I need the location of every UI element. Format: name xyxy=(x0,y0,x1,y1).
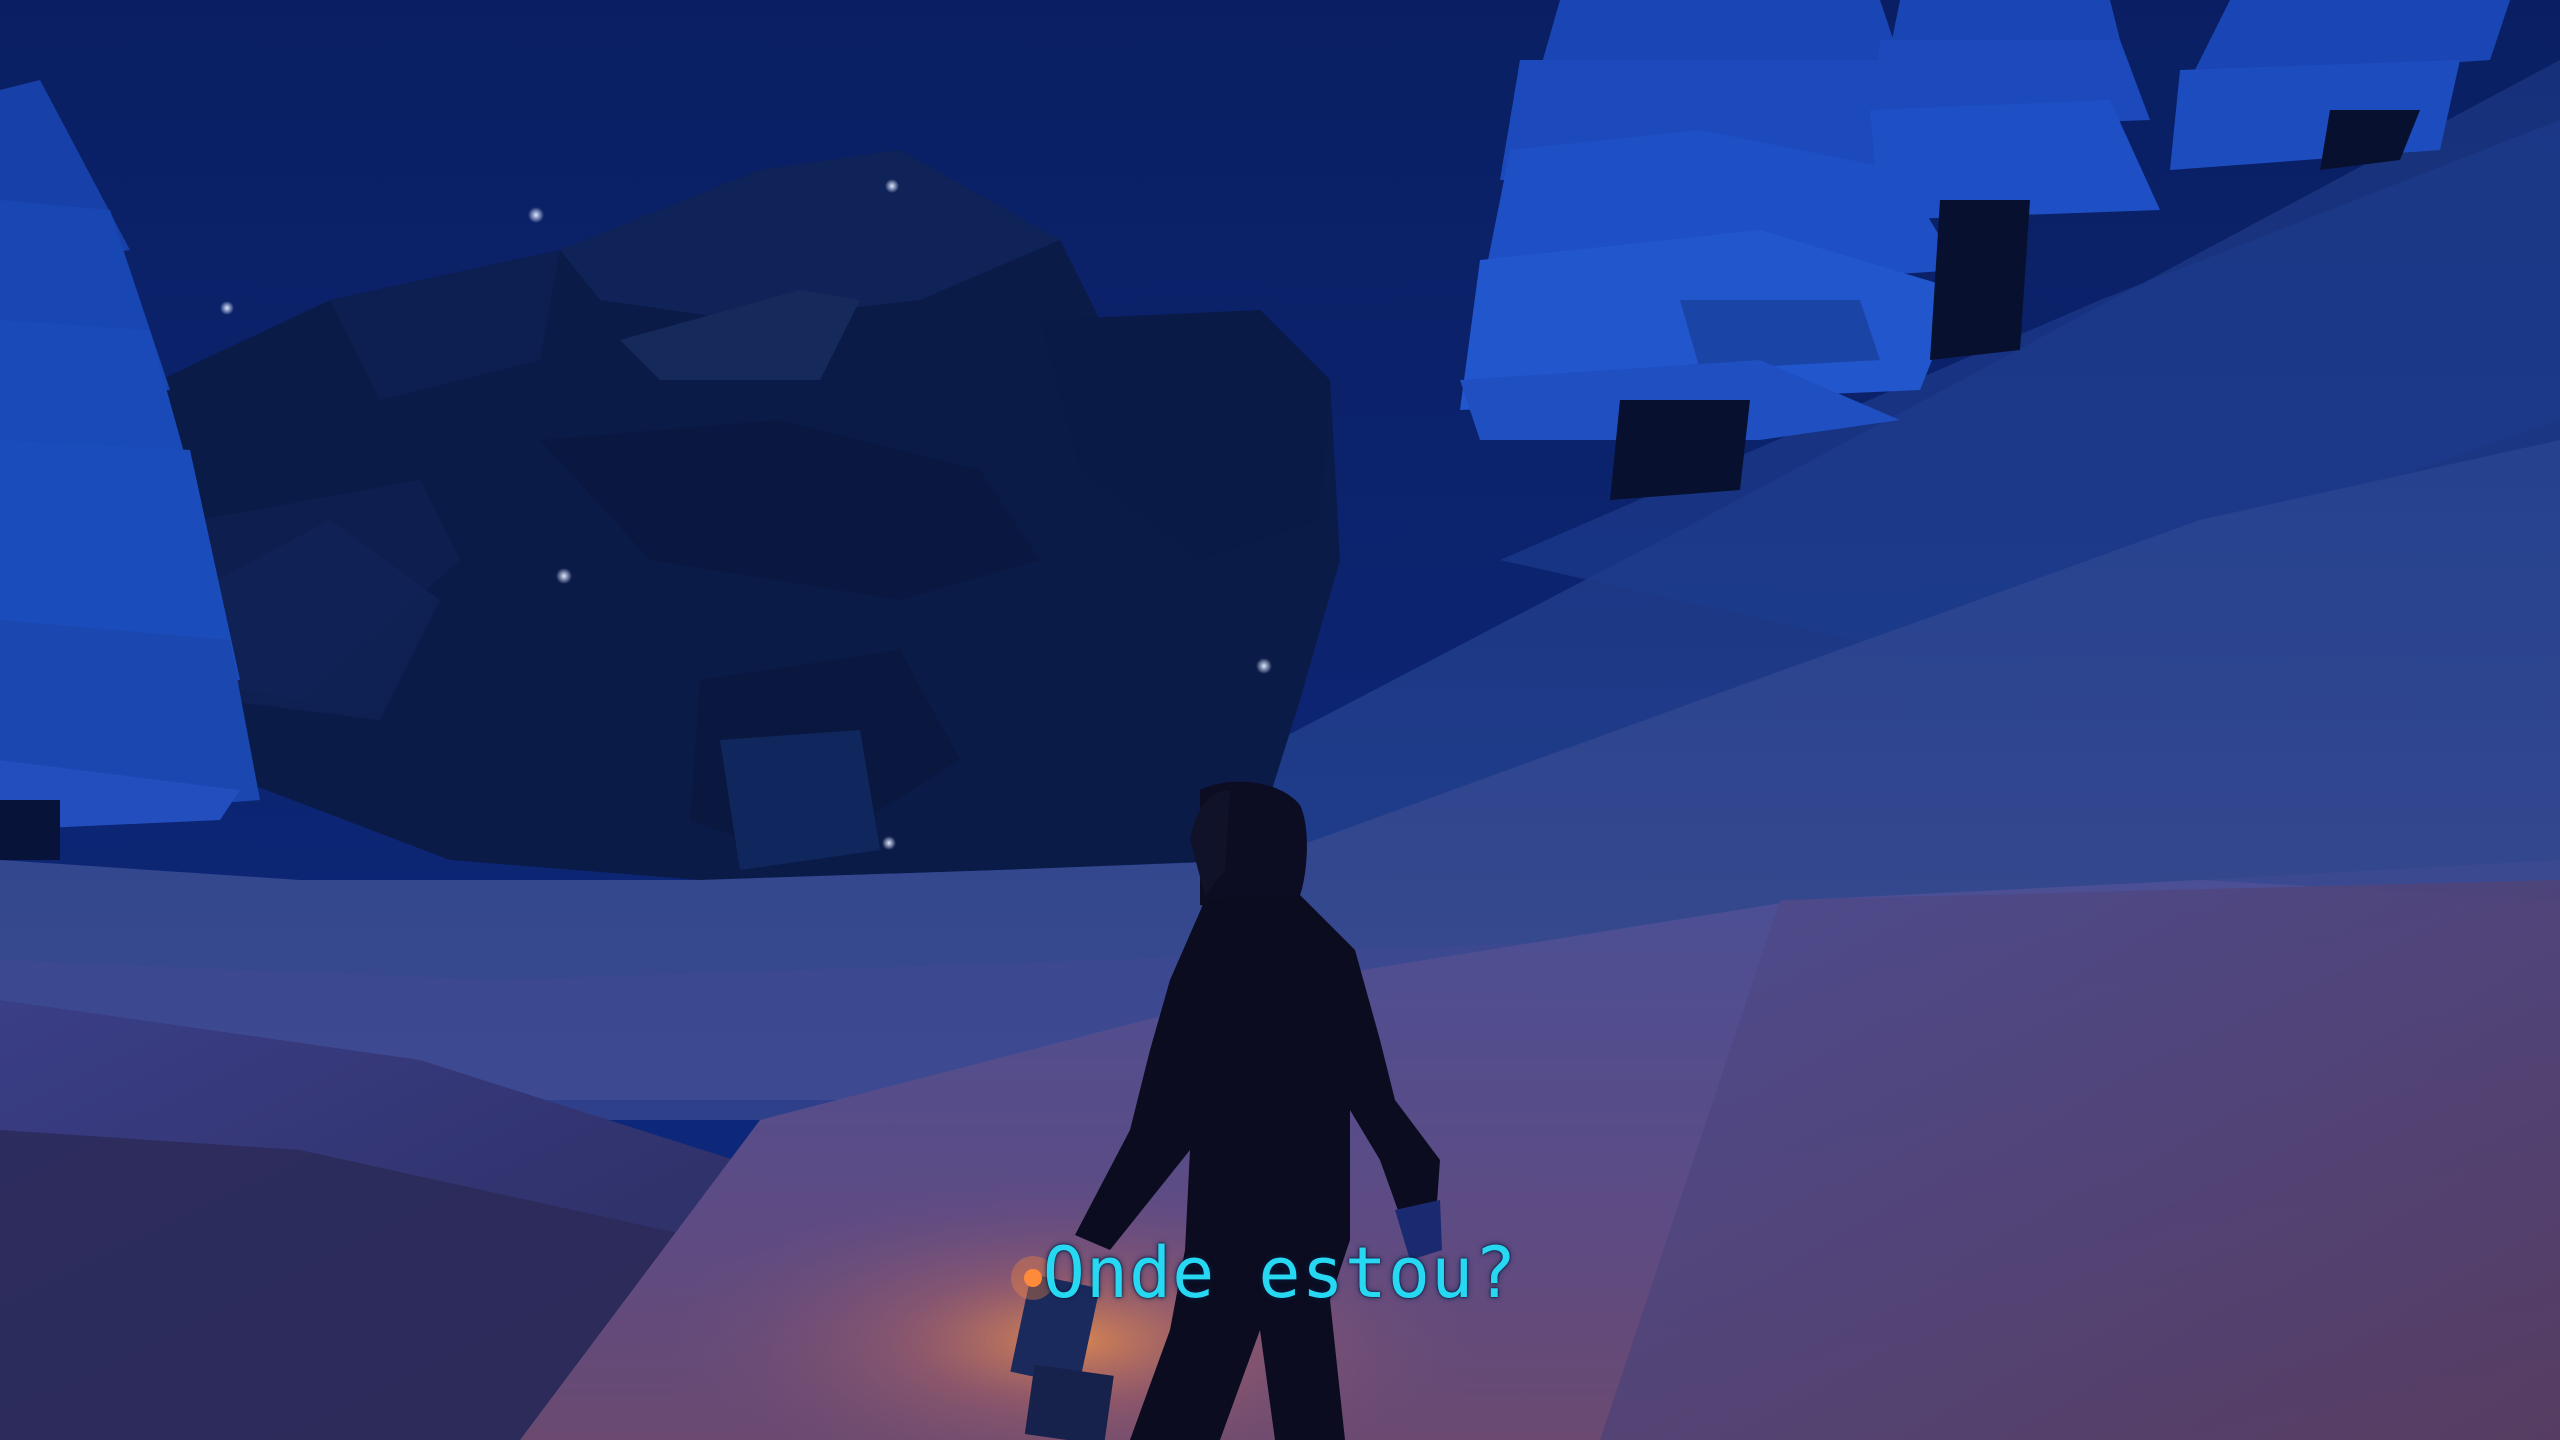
game-viewport[interactable]: Onde estou? xyxy=(0,0,2560,1440)
dialogue-subtitle: Onde estou? xyxy=(1042,1232,1518,1314)
night-snow-scene xyxy=(0,0,2560,1440)
